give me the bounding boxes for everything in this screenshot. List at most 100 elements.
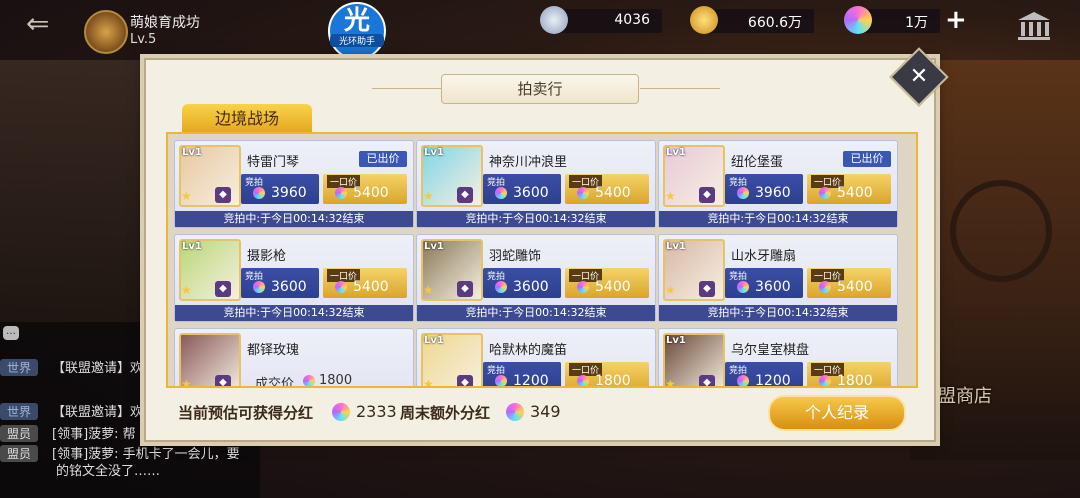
- auction-item-card[interactable]: Lv1 ★ ◆ 特雷门琴 已出价 竞拍 3960 一口价 5400 竞拍中:于今日00:14:32…: [174, 140, 414, 228]
- bank-icon[interactable]: [1016, 10, 1052, 42]
- bid-value: 3600: [755, 279, 791, 295]
- chat-message-text: 【联盟邀请】欢: [52, 405, 144, 420]
- item-name: 山水牙雕扇: [731, 249, 797, 264]
- chat-bubble-icon[interactable]: …: [3, 326, 19, 340]
- buyout-value: 5400: [595, 185, 631, 201]
- reserve-value: 1800: [319, 373, 353, 388]
- chat-channel-tag: 世界: [0, 403, 38, 420]
- buyout-value: 5400: [353, 185, 389, 201]
- bid-value: 1200: [755, 373, 791, 388]
- auction-item-card[interactable]: Lv1 ★ ◆ 神奈川冲浪里 竞拍 3600 一口价 5400 竞拍中:于今日00:14:32结…: [416, 140, 656, 228]
- auction-timer: 竞拍中:于今日00:14:32结束: [417, 211, 655, 227]
- buyout-price[interactable]: 一口价 1800: [565, 362, 649, 388]
- auction-timer: 竞拍中:于今日00:14:32结束: [175, 211, 413, 227]
- gem-icon: [577, 281, 589, 293]
- bid-price[interactable]: 竞拍 3960: [725, 174, 803, 204]
- chat-line: 的铭文全没了……: [56, 460, 160, 479]
- auction-timer: 竞拍中:于今日00:14:32结束: [659, 305, 897, 321]
- background-wheel: [950, 180, 1052, 282]
- bid-price[interactable]: 竞拍 3960: [241, 174, 319, 204]
- bid-price[interactable]: 竞拍 1200: [483, 362, 561, 388]
- buyout-price[interactable]: 一口价 5400: [807, 268, 891, 298]
- chat-message-text: [领事]菠萝: 帮: [52, 427, 136, 442]
- helper-button[interactable]: 光 光环助手: [328, 2, 386, 60]
- bid-label: 竞拍: [729, 178, 748, 188]
- gem-icon: [335, 281, 347, 293]
- auction-item-card[interactable]: ★ ◆ 都铎玫瑰 成交价 1800: [174, 328, 414, 388]
- buyout-value: 5400: [837, 279, 873, 295]
- bid-value: 3960: [755, 185, 791, 201]
- class-icon: ◆: [215, 187, 231, 203]
- background-left: [0, 60, 150, 340]
- class-icon: ◆: [457, 375, 473, 386]
- auction-item-card[interactable]: Lv1 ★ ◆ 纽伦堡蛋 已出价 竞拍 3960 一口价 5400 竞拍中:于今日00:14:32…: [658, 140, 898, 228]
- back-button[interactable]: ⇐: [26, 10, 66, 38]
- tab-border-battlefield[interactable]: 边境战场: [182, 104, 312, 134]
- auction-item-card[interactable]: Lv1 ★ ◆ 乌尔皇室棋盘 竞拍 1200 一口价 1800: [658, 328, 898, 388]
- auction-item-card[interactable]: Lv1 ★ ◆ 山水牙雕扇竞拍 3600 一口价 5400 竞拍中:于今日00:14:32结束: [658, 234, 898, 322]
- class-icon: ◆: [699, 281, 715, 297]
- bid-label: 竞拍: [729, 366, 748, 376]
- bid-value: 3600: [513, 185, 549, 201]
- buyout-price[interactable]: 一口价 5400: [807, 174, 891, 204]
- weekend-label: 周末额外分红: [400, 404, 491, 422]
- item-name: 羽蛇雕饰: [489, 249, 542, 264]
- bid-label: 竞拍: [487, 272, 506, 282]
- gem-icon: [737, 281, 749, 293]
- title-divider-left: [372, 88, 452, 89]
- bid-price[interactable]: 竞拍 1200: [725, 362, 803, 388]
- bid-price[interactable]: 竞拍 3600: [483, 174, 561, 204]
- class-icon: ◆: [699, 187, 715, 203]
- bid-value: 1200: [513, 373, 549, 388]
- gem-value: 1万: [905, 15, 928, 31]
- item-level: Lv1: [424, 241, 444, 252]
- auction-item-grid[interactable]: Lv1 ★ ◆ 特雷门琴 已出价 竞拍 3960 一口价 5400 竞拍中:于今日00:14:32…: [166, 132, 918, 388]
- buyout-price[interactable]: 一口价 1800: [807, 362, 891, 386]
- star-icon: ★: [665, 283, 676, 297]
- item-name: 乌尔皇室棋盘: [731, 343, 810, 358]
- chat-line: 世界 【联盟邀请】欢: [0, 401, 143, 420]
- gem-icon: [495, 375, 507, 386]
- estimate-value: 2333: [356, 402, 397, 421]
- item-level: Lv1: [182, 147, 202, 158]
- bid-value: 3600: [271, 279, 307, 295]
- guild-info[interactable]: 萌娘育成坊 Lv.5: [84, 8, 224, 54]
- auction-timer: 竞拍中:于今日00:14:32结束: [659, 211, 897, 227]
- chat-channel-tag: 盟员: [0, 425, 38, 442]
- buyout-price[interactable]: 一口价 5400: [565, 174, 649, 204]
- buyout-value: 1800: [595, 373, 631, 388]
- item-level: Lv1: [424, 147, 444, 158]
- item-level: Lv1: [424, 335, 444, 346]
- personal-record-button[interactable]: 个人纪录: [768, 395, 906, 431]
- item-level: Lv1: [666, 241, 686, 252]
- helper-label: 光环助手: [330, 34, 384, 47]
- gold-counter: 660.6万: [690, 6, 814, 34]
- star-icon: ★: [665, 189, 676, 203]
- buyout-value: 5400: [595, 279, 631, 295]
- gem-icon: [577, 375, 589, 386]
- bid-price[interactable]: 竞拍 3600: [725, 268, 803, 298]
- star-icon: ★: [423, 377, 434, 388]
- silver-value: 4036: [614, 12, 650, 28]
- add-gems-button[interactable]: +: [945, 7, 967, 33]
- bid-price[interactable]: 竞拍 3600: [483, 268, 561, 298]
- class-icon: ◆: [215, 281, 231, 297]
- guild-name: 萌娘育成坊: [130, 15, 200, 31]
- item-name: 纽伦堡蛋: [731, 155, 784, 170]
- auction-item-card[interactable]: Lv1 ★ ◆ 哈默林的魔笛 竞拍 1200 一口价 1800: [416, 328, 656, 388]
- silver-coin-icon: [540, 6, 568, 34]
- auction-item-card[interactable]: Lv1 ★ ◆ 羽蛇雕饰 竞拍 3600 一口价 5400 竞拍中:于今日00:14:32结束: [416, 234, 656, 322]
- title-divider-right: [640, 88, 720, 89]
- buyout-price[interactable]: 一口价 5400: [323, 174, 407, 204]
- class-icon: ◆: [457, 187, 473, 203]
- alliance-shop-label[interactable]: 盟商店: [938, 382, 992, 408]
- gem-icon: [819, 187, 831, 199]
- auction-item-card[interactable]: Lv1 ★ ◆ 摄影枪 竞拍 3600 一口价 5400 竞拍中:于今日00:14:32结束: [174, 234, 414, 322]
- auction-timer: 竞拍中:于今日00:14:32结束: [417, 305, 655, 321]
- buyout-price[interactable]: 一口价 5400: [323, 268, 407, 298]
- auction-title-text: 拍卖行: [517, 80, 563, 98]
- gem-icon: [819, 281, 831, 293]
- gem-icon: [253, 187, 265, 199]
- bid-price[interactable]: 竞拍 3600: [241, 268, 319, 298]
- buyout-price[interactable]: 一口价 5400: [565, 268, 649, 298]
